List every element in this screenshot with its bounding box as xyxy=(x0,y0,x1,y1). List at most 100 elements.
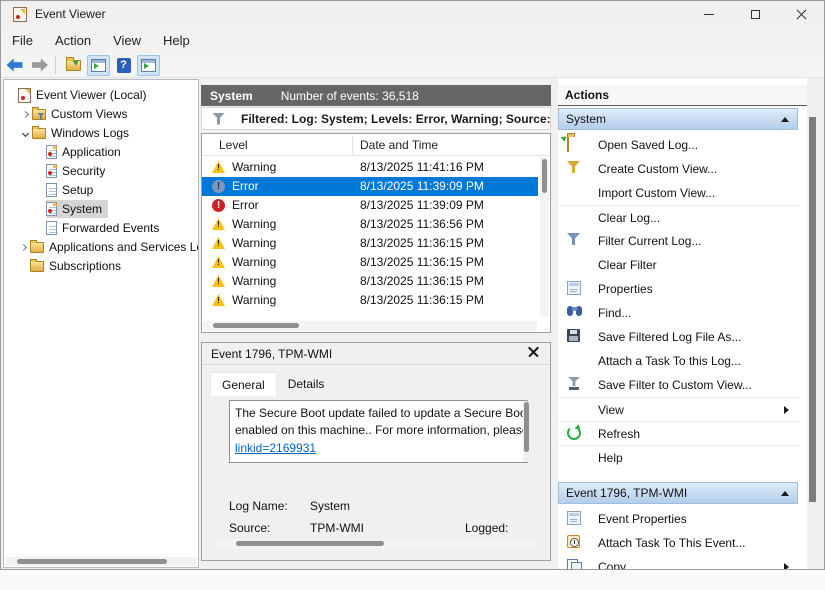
column-header-level[interactable]: Level xyxy=(219,138,248,152)
column-separator[interactable] xyxy=(352,136,353,154)
filter-funnel-icon xyxy=(212,113,225,125)
tree-item-setup[interactable]: Setup xyxy=(4,181,198,199)
maximize-button[interactable] xyxy=(732,1,778,27)
action-view-submenu[interactable]: View xyxy=(558,397,798,421)
create-filter-icon xyxy=(567,161,580,173)
action-filter-current-log[interactable]: Filter Current Log... xyxy=(558,229,798,253)
column-header-date[interactable]: Date and Time xyxy=(360,138,438,152)
help-button[interactable] xyxy=(112,55,135,76)
tree-hscroll-thumb[interactable] xyxy=(17,559,167,564)
menu-help[interactable]: Help xyxy=(152,29,201,52)
security-log-icon xyxy=(46,164,57,178)
menu-bar: File Action View Help xyxy=(1,27,824,53)
event-detail-pane: Event 1796, TPM-WMI General Details The … xyxy=(201,342,551,561)
event-row[interactable]: Warning 8/13/2025 11:41:16 PM xyxy=(202,158,538,177)
tab-details[interactable]: Details xyxy=(277,372,336,396)
refresh-icon xyxy=(567,426,581,440)
actions-section-event[interactable]: Event 1796, TPM-WMI xyxy=(558,482,798,504)
action-open-saved-log[interactable]: Open Saved Log... xyxy=(558,133,798,157)
show-action-pane-button[interactable] xyxy=(137,55,160,76)
description-line: enabled on this machine.. For more infor… xyxy=(235,422,525,439)
event-list-vscroll-thumb[interactable] xyxy=(542,159,547,193)
actions-pane-title: Actions xyxy=(558,85,807,106)
actions-vscroll-thumb[interactable] xyxy=(809,117,816,502)
collapse-section-icon[interactable] xyxy=(781,117,789,122)
tree-item-forwarded-events[interactable]: Forwarded Events xyxy=(4,219,198,237)
collapse-chevron-icon[interactable] xyxy=(21,129,28,136)
menu-file[interactable]: File xyxy=(1,29,44,52)
actions-section-system[interactable]: System xyxy=(558,108,798,130)
minimize-button[interactable] xyxy=(686,1,732,27)
event-description-box[interactable]: The Secure Boot update failed to update … xyxy=(229,400,528,463)
event-row[interactable]: Warning 8/13/2025 11:36:15 PM xyxy=(202,253,538,272)
description-vertical-scrollbar[interactable] xyxy=(523,401,531,462)
event-viewer-icon xyxy=(18,88,31,103)
action-properties[interactable]: Properties xyxy=(558,277,798,301)
action-find[interactable]: Find... xyxy=(558,301,798,325)
tree-item-custom-views[interactable]: Custom Views xyxy=(4,105,198,123)
event-row[interactable]: Warning 8/13/2025 11:36:15 PM xyxy=(202,234,538,253)
event-row[interactable]: Warning 8/13/2025 11:36:15 PM xyxy=(202,272,538,291)
menu-action[interactable]: Action xyxy=(44,29,102,52)
event-row[interactable]: Warning 8/13/2025 11:36:56 PM xyxy=(202,215,538,234)
action-event-properties[interactable]: Event Properties xyxy=(558,507,798,531)
forward-button[interactable] xyxy=(28,55,51,76)
warning-icon xyxy=(212,237,225,249)
event-viewer-window: Event Viewer File Action View Help Event… xyxy=(0,0,825,570)
toolbar-separator xyxy=(55,56,56,74)
source-value: TPM-WMI xyxy=(310,521,364,535)
action-clear-filter[interactable]: Clear Filter xyxy=(558,253,798,277)
close-icon xyxy=(796,9,807,20)
event-row[interactable]: Warning 8/13/2025 11:36:15 PM xyxy=(202,291,538,310)
tree-item-application[interactable]: Application xyxy=(4,143,198,161)
action-save-filter-to-custom-view[interactable]: Save Filter to Custom View... xyxy=(558,373,798,397)
event-row-selected[interactable]: Error 8/13/2025 11:39:09 PM xyxy=(202,177,538,196)
main-area: Event Viewer (Local) Custom Views Window… xyxy=(1,78,824,569)
detail-header: Event 1796, TPM-WMI xyxy=(202,343,550,365)
event-list-vertical-scrollbar[interactable] xyxy=(540,157,549,317)
tree-item-subscriptions[interactable]: Subscriptions xyxy=(4,257,198,275)
tree-item-system[interactable]: System xyxy=(4,200,198,218)
action-copy[interactable]: Copy xyxy=(558,555,798,569)
tree-item-windows-logs[interactable]: Windows Logs xyxy=(4,124,198,142)
warning-icon xyxy=(212,161,225,173)
back-arrow-icon xyxy=(7,59,23,72)
event-row[interactable]: Error 8/13/2025 11:39:09 PM xyxy=(202,196,538,215)
collapse-section-icon[interactable] xyxy=(781,491,789,496)
detail-title: Event 1796, TPM-WMI xyxy=(211,347,332,361)
action-attach-task-to-log[interactable]: Attach a Task To this Log... xyxy=(558,349,798,373)
actions-vertical-scrollbar[interactable] xyxy=(807,103,819,569)
detail-hscroll-thumb[interactable] xyxy=(236,541,384,546)
action-import-custom-view[interactable]: Import Custom View... xyxy=(558,181,798,205)
tree-item-event-viewer-local[interactable]: Event Viewer (Local) xyxy=(4,86,198,104)
close-button[interactable] xyxy=(778,1,824,27)
close-detail-button[interactable] xyxy=(526,346,540,360)
forwarded-events-log-icon xyxy=(46,221,57,235)
event-list-horizontal-scrollbar[interactable] xyxy=(203,321,537,331)
action-refresh[interactable]: Refresh xyxy=(558,421,798,445)
tree-horizontal-scrollbar[interactable] xyxy=(5,557,197,566)
action-create-custom-view[interactable]: Create Custom View... xyxy=(558,157,798,181)
expand-chevron-icon[interactable] xyxy=(21,110,28,117)
action-help[interactable]: Help xyxy=(558,445,798,469)
export-log-button[interactable] xyxy=(62,55,85,76)
description-vscroll-thumb[interactable] xyxy=(524,402,529,452)
expand-chevron-icon[interactable] xyxy=(19,243,26,250)
show-console-tree-button[interactable] xyxy=(87,55,110,76)
action-save-filtered-log[interactable]: Save Filtered Log File As... xyxy=(558,325,798,349)
detail-horizontal-scrollbar[interactable] xyxy=(216,539,536,549)
event-list-hscroll-thumb[interactable] xyxy=(213,323,299,328)
copy-icon xyxy=(567,559,581,569)
warning-icon xyxy=(212,294,225,306)
tree-item-security[interactable]: Security xyxy=(4,162,198,180)
more-info-link[interactable]: linkid=2169931 xyxy=(235,440,316,457)
menu-view[interactable]: View xyxy=(102,29,152,52)
action-attach-task-to-event[interactable]: Attach Task To This Event... xyxy=(558,531,798,555)
tab-general[interactable]: General xyxy=(210,372,277,396)
minimize-icon xyxy=(704,14,714,15)
windows-logs-folder-icon xyxy=(32,128,46,139)
tree-item-applications-services-logs[interactable]: Applications and Services Log xyxy=(4,238,198,256)
back-button[interactable] xyxy=(3,55,26,76)
action-clear-log[interactable]: Clear Log... xyxy=(558,205,798,229)
system-log-icon xyxy=(46,202,57,216)
